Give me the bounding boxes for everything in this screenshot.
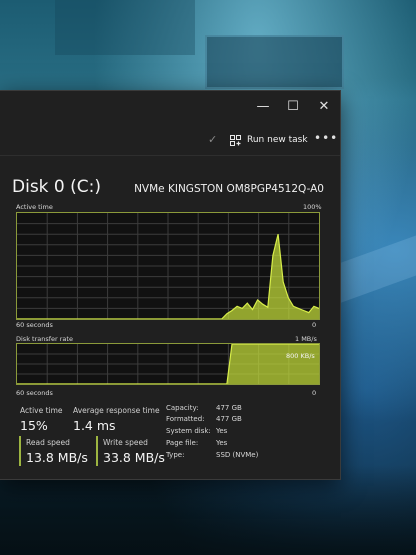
type-key: Type: [166, 451, 185, 459]
active-time-chart [17, 213, 319, 319]
system-disk-key: System disk: [166, 427, 211, 435]
capacity-key: Capacity: [166, 404, 199, 412]
run-new-task-label: Run new task [247, 135, 308, 145]
transfer-graph-label: Disk transfer rate [16, 335, 73, 343]
disk-model: NVMe KINGSTON OM8PGP4512Q-A0 [134, 183, 324, 195]
write-speed-value: 33.8 MB/s [103, 450, 165, 465]
close-button[interactable]: ✕ [311, 97, 337, 117]
efficiency-check-icon: ✓ [208, 133, 218, 146]
read-speed-value: 13.8 MB/s [26, 450, 88, 465]
read-speed-indicator [19, 436, 21, 466]
write-speed-label: Write speed [103, 438, 148, 447]
active-time-stat-value: 15% [20, 418, 48, 433]
formatted-key: Formatted: [166, 415, 205, 423]
minimize-button[interactable]: — [250, 97, 276, 117]
type-value: SSD (NVMe) [216, 451, 259, 459]
maximize-button[interactable]: ☐ [280, 97, 306, 117]
formatted-value: 477 GB [216, 415, 242, 423]
transfer-max-label: 1 MB/s [295, 335, 317, 343]
active-time-graph-label: Active time [16, 203, 53, 211]
transfer-x-label: 60 seconds [16, 389, 53, 397]
capacity-value: 477 GB [216, 404, 242, 412]
page-file-key: Page file: [166, 439, 199, 447]
write-speed-indicator [96, 436, 98, 466]
transfer-min-label: 0 [312, 389, 317, 397]
toolbar: ✓ Run new task ••• [0, 125, 340, 156]
active-time-max-label: 100% [303, 203, 322, 211]
transfer-mid-label: 800 KB/s [286, 352, 315, 360]
system-disk-value: Yes [216, 427, 228, 435]
transfer-rate-chart [17, 344, 319, 384]
title-bar: — ☐ ✕ [0, 91, 340, 123]
read-speed-label: Read speed [26, 438, 70, 447]
page-file-value: Yes [216, 439, 228, 447]
active-time-stat-label: Active time [20, 406, 63, 415]
run-task-icon [230, 134, 241, 146]
task-manager-window: — ☐ ✕ ✓ Run new task ••• Disk 0 (C:) NVM… [0, 90, 341, 480]
more-options-button[interactable]: ••• [314, 131, 338, 145]
response-time-label: Average response time [73, 406, 160, 415]
active-time-x-label: 60 seconds [16, 321, 53, 329]
active-time-min-label: 0 [312, 321, 317, 329]
active-time-graph [16, 212, 320, 320]
disk-title: Disk 0 (C:) [12, 177, 102, 197]
transfer-rate-graph [16, 343, 320, 385]
run-new-task-button[interactable]: Run new task [230, 129, 308, 151]
response-time-value: 1.4 ms [73, 418, 116, 433]
